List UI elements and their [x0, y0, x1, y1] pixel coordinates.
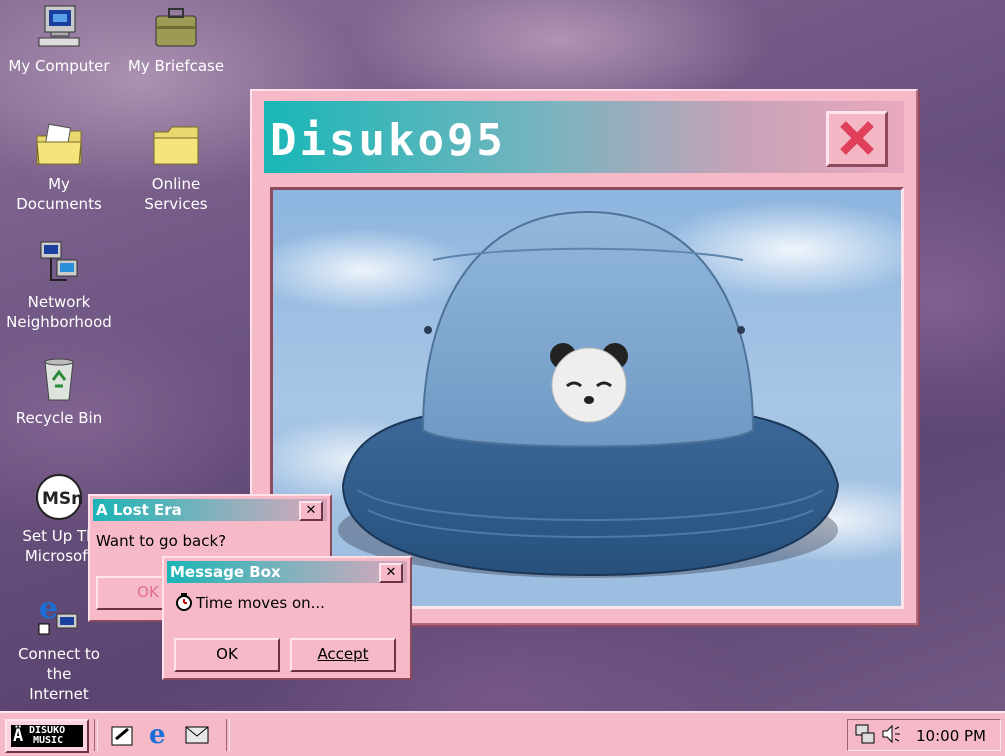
icon-label: My Documents [16, 175, 102, 213]
recycle-bin-icon [44, 358, 74, 401]
desktop-icon-my-documents[interactable]: My Documents [4, 122, 114, 214]
desktop-icon-online-services[interactable]: Online Services [121, 122, 231, 214]
network-icon [40, 241, 78, 281]
svg-text:MSn: MSn [42, 489, 83, 509]
dialog-message: Time moves on... [196, 594, 325, 612]
svg-text:e: e [39, 592, 58, 626]
system-tray: 10:00 PM [847, 719, 1001, 751]
icon-label: Network [27, 293, 91, 311]
accept-button[interactable]: Accept [290, 638, 396, 672]
close-icon [840, 121, 874, 155]
close-button[interactable] [826, 111, 888, 167]
dialog-title-bar[interactable]: A Lost Era ✕ [93, 499, 327, 521]
window-title: Disuko95 [270, 115, 506, 166]
disuko-logo: DISUKO MUSIC Ä [11, 725, 83, 747]
outlook-icon[interactable] [184, 723, 212, 747]
desktop-icon-recycle-bin[interactable]: Recycle Bin [4, 356, 114, 428]
clock[interactable]: 10:00 PM [916, 727, 986, 745]
icon-label: My Briefcase [127, 57, 225, 75]
timer-icon [176, 593, 192, 611]
taskbar-separator [94, 719, 98, 751]
volume-icon[interactable] [880, 723, 902, 745]
icon-label: Online [151, 175, 201, 193]
briefcase-icon [155, 8, 197, 47]
folder-icon [153, 126, 199, 165]
logo-line: MUSIC [33, 735, 64, 746]
dialog-title-bar[interactable]: Message Box ✕ [167, 561, 407, 583]
show-desktop-icon[interactable] [110, 723, 136, 747]
desktop-icon-my-computer[interactable]: My Computer [4, 4, 114, 76]
icon-label: Connect to the [18, 645, 100, 683]
network-tray-icon[interactable] [854, 723, 876, 745]
icon-label: Services [144, 195, 208, 213]
product-image [270, 187, 904, 609]
msn-icon: MSn [36, 474, 83, 520]
desktop-icon-network-neighborhood[interactable]: Network Neighborhood [4, 240, 114, 332]
taskbar-separator [226, 719, 230, 751]
documents-folder-icon [36, 123, 82, 165]
disuko95-window[interactable]: Disuko95 [250, 89, 918, 625]
icon-label: My Computer [8, 57, 110, 75]
dialog-message: Want to go back? [96, 532, 227, 550]
svg-text:e: e [149, 721, 166, 747]
computer-icon [38, 5, 80, 47]
message-box-dialog[interactable]: Message Box ✕ Time moves on... OK Accept [162, 556, 412, 680]
icon-label: Internet [29, 685, 89, 703]
bucket-hat-image [338, 210, 840, 578]
icon-label: Recycle Bin [15, 409, 103, 427]
desktop-icon-my-briefcase[interactable]: My Briefcase [121, 4, 231, 76]
dialog-title: Message Box [170, 563, 281, 581]
ok-button[interactable]: OK [174, 638, 280, 672]
window-title-bar[interactable]: Disuko95 [264, 101, 904, 173]
dialog-title: A Lost Era [96, 501, 182, 519]
close-icon[interactable]: ✕ [379, 563, 403, 583]
taskbar: DISUKO MUSIC Ä e 10:00 PM [0, 711, 1005, 756]
panda-embroidery [550, 343, 628, 423]
internet-explorer-icon: e [38, 592, 78, 635]
internet-explorer-icon[interactable]: e [146, 721, 174, 747]
start-button[interactable]: DISUKO MUSIC Ä [5, 719, 89, 753]
close-icon[interactable]: ✕ [299, 501, 323, 521]
icon-label: Neighborhood [6, 313, 112, 331]
